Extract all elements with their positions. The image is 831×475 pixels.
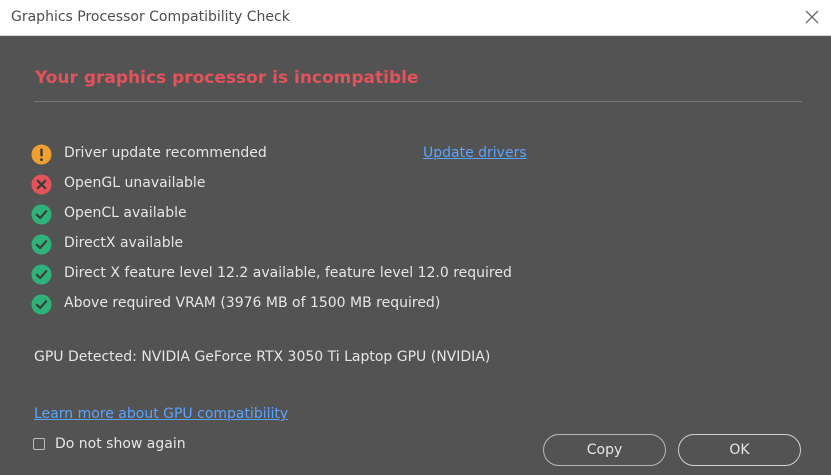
check-label: OpenCL available xyxy=(64,205,187,221)
check-icon xyxy=(31,234,52,255)
check-icon xyxy=(31,294,52,315)
ok-button[interactable]: OK xyxy=(678,434,801,466)
do-not-show-label: Do not show again xyxy=(55,436,186,452)
dialog-window: Graphics Processor Compatibility Check Y… xyxy=(0,0,831,475)
close-icon[interactable] xyxy=(804,9,820,25)
checkbox-box[interactable] xyxy=(33,438,45,450)
warning-icon xyxy=(31,144,52,165)
check-label: DirectX available xyxy=(64,235,184,251)
check-label: Driver update recommended xyxy=(64,145,267,161)
error-icon xyxy=(31,174,52,195)
copy-button[interactable]: Copy xyxy=(543,434,666,466)
title-bar: Graphics Processor Compatibility Check xyxy=(0,0,831,36)
divider xyxy=(34,101,802,102)
check-label: Direct X feature level 12.2 available, f… xyxy=(64,265,512,281)
learn-more-link[interactable]: Learn more about GPU compatibility xyxy=(34,406,288,422)
check-icon xyxy=(31,264,52,285)
update-drivers-link[interactable]: Update drivers xyxy=(423,145,527,161)
check-label: Above required VRAM (3976 MB of 1500 MB … xyxy=(64,295,441,311)
check-label: OpenGL unavailable xyxy=(64,175,206,191)
check-icon xyxy=(31,204,52,225)
gpu-detected-text: GPU Detected: NVIDIA GeForce RTX 3050 Ti… xyxy=(34,349,491,365)
window-title: Graphics Processor Compatibility Check xyxy=(11,9,290,25)
compatibility-headline: Your graphics processor is incompatible xyxy=(35,68,419,88)
